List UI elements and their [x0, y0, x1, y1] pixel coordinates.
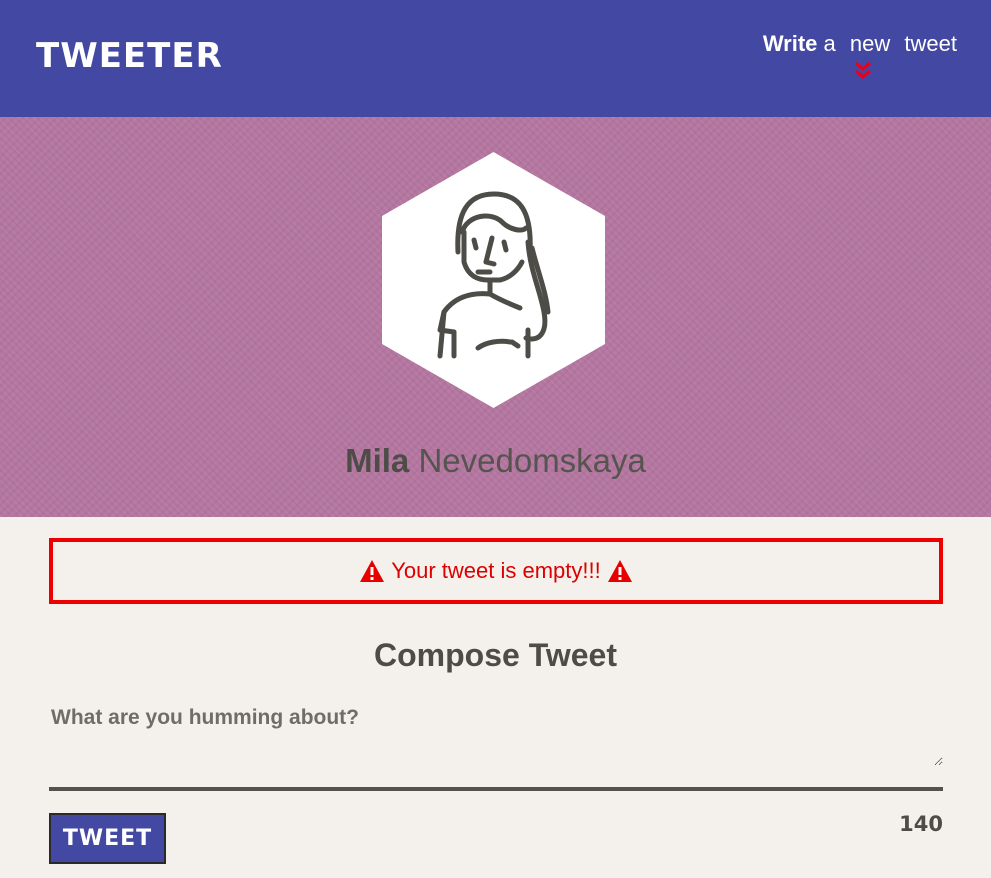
error-message: Your tweet is empty!!! — [391, 558, 601, 583]
last-name: Nevedomskaya — [418, 442, 646, 479]
compose-divider — [49, 787, 943, 791]
warning-icon — [360, 560, 385, 582]
avatar — [382, 152, 605, 408]
cta-word-a: a — [823, 31, 836, 56]
warning-icon — [607, 560, 632, 582]
char-counter: 140 — [899, 812, 943, 836]
double-chevron-down-icon[interactable] — [852, 60, 874, 82]
cta-word-tweet: tweet — [904, 31, 957, 56]
user-name: Mila Nevedomskaya — [0, 438, 991, 484]
write-new-tweet-link[interactable]: Write a new tweet — [763, 29, 957, 59]
cta-word-write: Write — [762, 31, 818, 56]
compose-title: Compose Tweet — [374, 637, 617, 673]
tweet-button[interactable]: TWEET — [49, 813, 166, 864]
nav-bar: TWEETER Write a new tweet — [0, 0, 991, 117]
error-banner: Your tweet is empty!!! — [49, 538, 943, 604]
cta-word-new: new — [849, 31, 891, 56]
app-logo[interactable]: TWEETER — [36, 36, 223, 76]
woman-avatar-icon — [382, 152, 605, 408]
first-name: Mila — [345, 442, 410, 479]
tweet-input[interactable] — [49, 700, 943, 766]
